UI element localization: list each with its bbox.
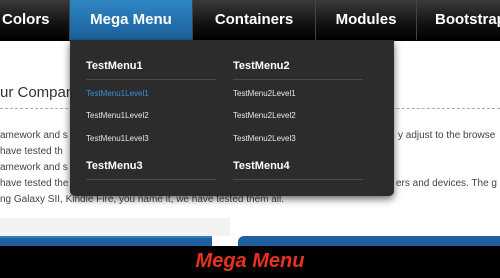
- blue-panel-header: [238, 236, 500, 246]
- menu-link-testmenu2level1[interactable]: TestMenu2Level1: [233, 89, 296, 98]
- menu-divider: [86, 79, 216, 80]
- nav-item-mega-menu[interactable]: Mega Menu: [70, 0, 192, 40]
- section-heading: ur Compan: [0, 84, 75, 101]
- menu-heading-testmenu1[interactable]: TestMenu1: [86, 60, 143, 72]
- menu-link-testmenu1level2[interactable]: TestMenu1Level2: [86, 111, 149, 120]
- body-text-line: amework and s: [0, 130, 68, 141]
- nav-item-modules[interactable]: Modules: [316, 0, 416, 40]
- nav-item-bootstrap[interactable]: Bootstrap: [417, 0, 500, 40]
- nav-item-containers[interactable]: Containers: [193, 0, 315, 40]
- body-text-line: have tested the: [0, 178, 69, 189]
- menu-link-testmenu2level3[interactable]: TestMenu2Level3: [233, 134, 296, 143]
- body-text-line: y adjust to the browse: [398, 130, 496, 141]
- nav-item-colors[interactable]: Colors: [0, 0, 68, 40]
- menu-heading-testmenu3[interactable]: TestMenu3: [86, 160, 143, 172]
- body-text-line: have tested th: [0, 146, 63, 157]
- menu-link-testmenu2level2[interactable]: TestMenu2Level2: [233, 111, 296, 120]
- menu-divider: [86, 179, 216, 180]
- menu-heading-testmenu2[interactable]: TestMenu2: [233, 60, 290, 72]
- menu-divider: [233, 179, 363, 180]
- caption-banner: Mega Menu: [0, 246, 500, 278]
- menu-link-testmenu1level3[interactable]: TestMenu1Level3: [86, 134, 149, 143]
- mega-menu-dropdown: TestMenu1 TestMenu1Level1 TestMenu1Level…: [70, 40, 394, 196]
- body-text-line: ers and devices. The g: [396, 178, 497, 189]
- body-text-line: amework and s: [0, 162, 68, 173]
- menu-divider: [233, 79, 363, 80]
- content-panel: [0, 218, 230, 236]
- menu-link-testmenu1level1[interactable]: TestMenu1Level1: [86, 89, 149, 98]
- menu-heading-testmenu4[interactable]: TestMenu4: [233, 160, 290, 172]
- top-nav-bar: Colors Mega Menu Containers Modules Boot…: [0, 0, 500, 41]
- caption-title: Mega Menu: [195, 250, 305, 272]
